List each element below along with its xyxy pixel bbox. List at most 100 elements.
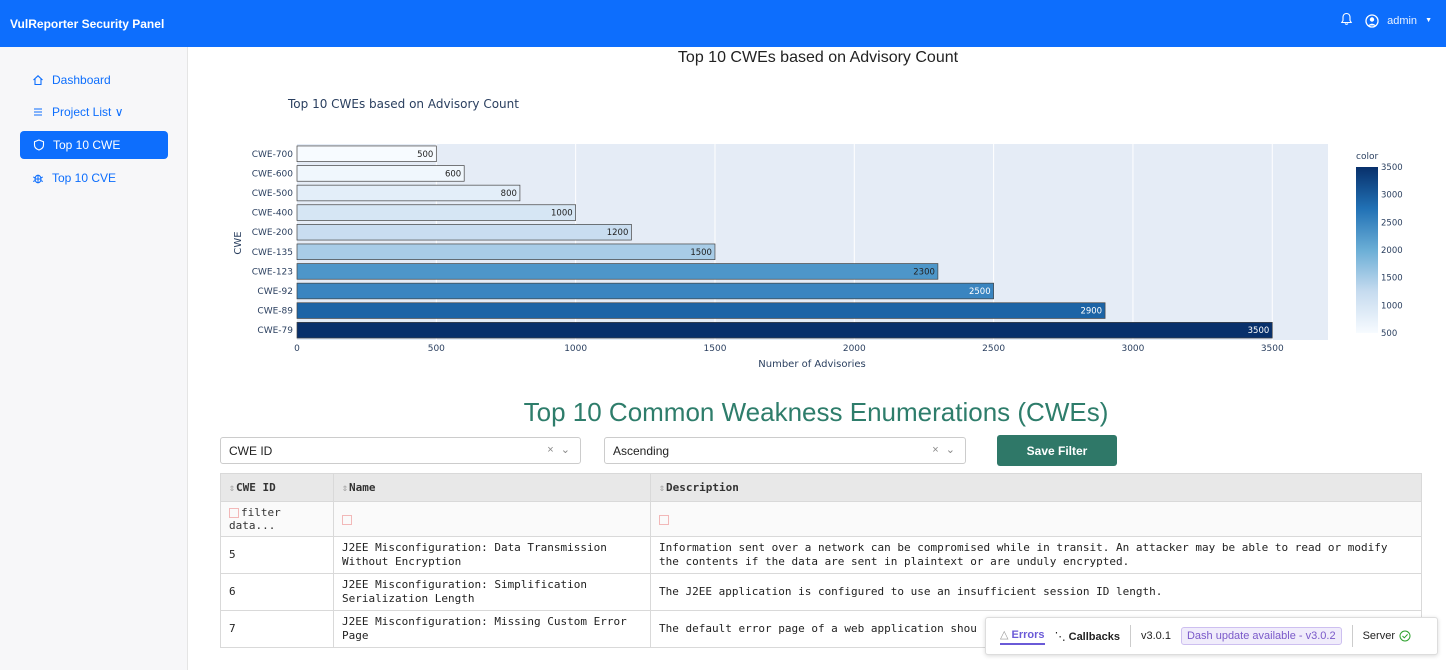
y-axis-title: CWE [233, 231, 244, 254]
bar-value-label: 2900 [1080, 307, 1102, 317]
cwe-bar-chart: 0 500 1000 1500 2000 2500 3000 3500 CWE-700 500 CW… [233, 97, 1403, 370]
column-header-name[interactable]: ⇕Name [333, 473, 651, 502]
y-tick-label: CWE-79 [257, 326, 293, 336]
username: admin [1387, 14, 1418, 27]
x-tick-label: 3500 [1261, 344, 1284, 354]
filter-row: filter data... [220, 501, 1422, 537]
y-tick-label: CWE-600 [252, 169, 294, 179]
cell-description: The J2EE application is configured to us… [650, 573, 1422, 611]
divider [1351, 625, 1353, 647]
sort-icon[interactable]: ⇕ [342, 483, 348, 494]
cell-cwe-id: 5 [220, 536, 334, 574]
broken-image-icon [342, 514, 352, 525]
bar-cwe-79 [296, 322, 1273, 339]
sort-icon[interactable]: ⇕ [659, 483, 665, 494]
y-tick-label: CWE-135 [252, 248, 293, 258]
cell-cwe-id: 6 [220, 573, 334, 611]
filter-cell-cwe-id[interactable]: filter data... [220, 501, 334, 537]
order-select[interactable]: Ascending × ⌄ [604, 437, 966, 464]
sidebar: Dashboard Project List ∨ Top 10 CWE Top … [0, 47, 188, 670]
shield-icon [33, 139, 45, 151]
user-menu[interactable]: admin ▼ [1365, 13, 1432, 28]
y-tick-label: CWE-123 [252, 267, 293, 277]
y-tick-label: CWE-89 [257, 307, 293, 317]
filter-cell-description[interactable] [650, 501, 1422, 537]
table-row[interactable]: 6 J2EE Misconfiguration: Simplification … [220, 573, 1422, 611]
x-tick-label: 1500 [704, 344, 727, 354]
home-icon [33, 75, 43, 86]
bar-cwe-123 [296, 263, 939, 280]
broken-image-icon [229, 508, 239, 518]
bar-cwe-89 [296, 302, 1106, 319]
x-tick-label: 2000 [843, 344, 866, 354]
cell-description: Information sent over a network can be c… [650, 536, 1422, 574]
sidebar-item-top-10-cve[interactable]: Top 10 CVE [19, 165, 168, 191]
dash-update-badge[interactable]: Dash update available - v3.0.2 [1180, 627, 1342, 645]
bar-cwe-500 [296, 184, 521, 202]
y-tick-label: CWE-700 [252, 150, 294, 160]
bar-value-label: 1000 [551, 209, 573, 219]
column-header-description[interactable]: ⇕Description [650, 473, 1422, 502]
cell-cwe-id: 7 [220, 610, 334, 648]
cell-name: J2EE Misconfiguration: Missing Custom Er… [333, 610, 651, 648]
y-tick-label: CWE-200 [252, 228, 294, 238]
y-tick-label: CWE-500 [252, 189, 294, 199]
column-select[interactable]: CWE ID × ⌄ [220, 437, 581, 464]
sidebar-item-top-10-cwe[interactable]: Top 10 CWE [20, 131, 168, 159]
server-status[interactable]: Server [1363, 630, 1411, 642]
broken-image-icon [659, 514, 669, 525]
app-brand[interactable]: VulReporter Security Panel [10, 17, 164, 31]
bug-icon [32, 174, 44, 184]
sidebar-item-project-list[interactable]: Project List ∨ [19, 99, 168, 125]
sidebar-item-label: Dashboard [52, 73, 111, 87]
section-title: Top 10 Common Weakness Enumerations (CWE… [523, 397, 1109, 427]
bell-icon[interactable] [1340, 12, 1353, 29]
colorbar-tick-label: 2500 [1381, 218, 1403, 228]
user-circle-icon [1365, 13, 1379, 28]
colorbar-title: color [1356, 152, 1378, 162]
cell-name: J2EE Misconfiguration: Simplification Se… [333, 573, 651, 611]
colorbar-tick-label: 1000 [1381, 301, 1403, 311]
order-select-value: Ascending [613, 444, 670, 458]
bar-value-label: 800 [501, 189, 517, 199]
bar-cwe-200 [296, 224, 632, 241]
warning-icon: △ [1000, 628, 1009, 641]
x-tick-label: 500 [428, 344, 445, 354]
x-tick-label: 0 [294, 344, 300, 354]
column-select-value: CWE ID [229, 444, 273, 458]
colorbar-tick-label: 500 [1381, 329, 1397, 339]
x-tick-label: 3000 [1121, 344, 1144, 354]
callbacks-tab[interactable]: ⋱ Callbacks [1055, 630, 1120, 643]
bar-value-label: 3500 [1248, 326, 1270, 336]
bar-value-label: 1200 [607, 228, 629, 238]
dash-version: v3.0.1 [1141, 630, 1171, 642]
colorbar-tick-label: 3000 [1381, 191, 1403, 201]
bar-value-label: 1500 [690, 248, 712, 258]
list-icon [34, 108, 42, 116]
cell-name: J2EE Misconfiguration: Data Transmission… [333, 536, 651, 574]
sidebar-item-label: Top 10 CWE [53, 138, 121, 152]
caret-down-icon: ▼ [1425, 17, 1432, 24]
x-tick-label: 2500 [982, 344, 1005, 354]
table-header-row: ⇕CWE ID ⇕Name ⇕Description [220, 473, 1422, 502]
bar-value-label: 2500 [969, 287, 991, 297]
bar-value-label: 600 [445, 169, 461, 179]
callbacks-icon: ⋱ [1054, 630, 1066, 643]
x-tick-label: 1000 [564, 344, 587, 354]
clear-dropdown-icon[interactable]: × ⌄ [547, 443, 572, 456]
clear-dropdown-icon[interactable]: × ⌄ [932, 443, 957, 456]
dash-debug-menu: △ Errors ⋱ Callbacks v3.0.1 Dash update … [985, 617, 1438, 655]
sidebar-item-dashboard[interactable]: Dashboard [19, 67, 168, 93]
errors-tab[interactable]: △ Errors [1000, 628, 1045, 645]
table-row[interactable]: 5 J2EE Misconfiguration: Data Transmissi… [220, 536, 1422, 574]
filter-cell-name[interactable] [333, 501, 651, 537]
sort-icon[interactable]: ⇕ [229, 483, 235, 494]
save-filter-button[interactable]: Save Filter [997, 435, 1117, 466]
bar-cwe-600 [296, 165, 465, 182]
column-header-cwe-id[interactable]: ⇕CWE ID [220, 473, 334, 502]
chart-title: Top 10 CWEs based on Advisory Count [287, 97, 519, 111]
sidebar-item-label: Top 10 CVE [52, 171, 117, 185]
bar-cwe-135 [296, 243, 716, 260]
y-tick-label: CWE-92 [257, 287, 293, 297]
divider [1130, 625, 1131, 647]
